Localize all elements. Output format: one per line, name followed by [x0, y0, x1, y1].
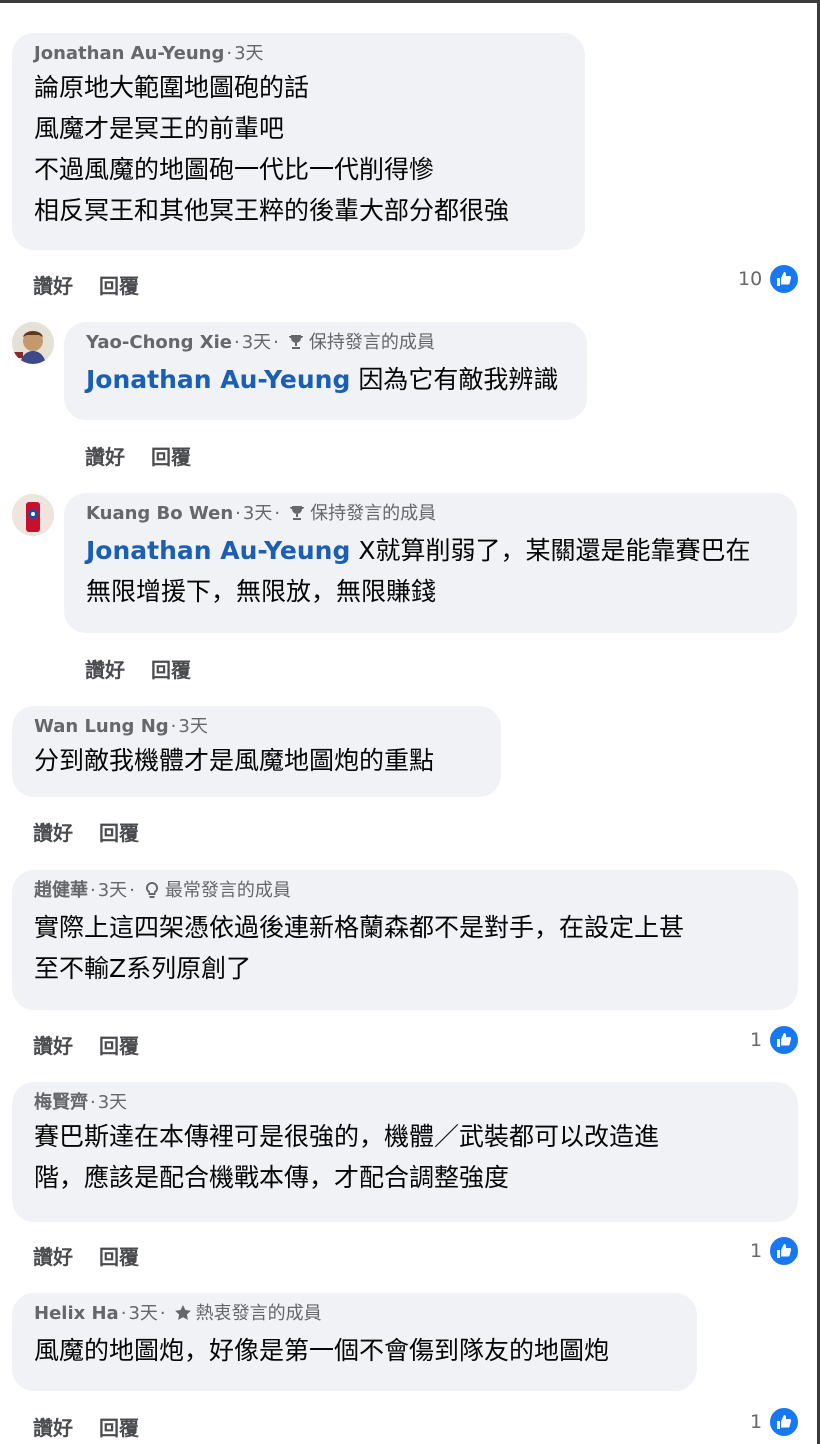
comment-meta: 趙健華 · 3天 · 最常發言的成員	[34, 878, 778, 907]
like-button[interactable]: 讚好	[33, 1030, 73, 1059]
comment-time[interactable]: 3天	[98, 880, 127, 901]
member-badge[interactable]: 熱衷發言的成員	[196, 1303, 322, 1324]
reaction-count: 1	[750, 1240, 763, 1262]
reaction-summary[interactable]: 1	[750, 1235, 801, 1267]
comment-meta: 梅賢齊 · 3天	[34, 1092, 128, 1113]
comment-actions: 讚好 回覆	[33, 1241, 165, 1270]
comment-meta: Jonathan Au-Yeung · 3天	[34, 43, 264, 64]
reply-button[interactable]: 回覆	[151, 441, 191, 470]
reaction-summary[interactable]: 1	[750, 1024, 801, 1056]
comment-author[interactable]: 梅賢齊	[34, 1092, 88, 1113]
comment-bubble: Helix Ha · 3天 · 熱衷發言的成員 風魔的地圖炮，好像是第一個不會傷到隊友的…	[12, 1293, 697, 1391]
comment-time[interactable]: 3天	[178, 716, 207, 737]
comment-time[interactable]: 3天	[242, 332, 271, 353]
comment-text: Jonathan Au-Yeung 因為它有敵我辨識	[86, 365, 559, 394]
comment-text: 實際上這四架憑依過後連新格蘭森都不是對手，在設定上甚 至不輸Z系列原創了	[34, 913, 685, 983]
reaction-count: 10	[738, 268, 763, 290]
reply-button[interactable]: 回覆	[99, 1030, 139, 1059]
member-badge[interactable]: 最常發言的成員	[165, 880, 291, 901]
like-button[interactable]: 讚好	[33, 1241, 73, 1270]
comment-actions: 讚好 回覆	[33, 817, 165, 846]
mention-link[interactable]: Jonathan Au-Yeung	[86, 365, 350, 394]
comment-time[interactable]: 3天	[98, 1092, 127, 1113]
comment-meta: Kuang Bo Wen · 3天 · 保持發言的成員	[86, 501, 777, 530]
comment-actions: 讚好 回覆	[33, 1030, 165, 1059]
comment-meta: Helix Ha · 3天 · 熱衷發言的成員	[34, 1301, 677, 1330]
comment-author[interactable]: Yao-Chong Xie	[86, 332, 232, 353]
reaction-count: 1	[750, 1411, 763, 1433]
like-button[interactable]: 讚好	[85, 654, 125, 683]
like-button[interactable]: 讚好	[33, 1412, 73, 1441]
avatar[interactable]	[12, 322, 54, 364]
comment-actions: 讚好 回覆	[33, 270, 165, 299]
comment-actions: 讚好 回覆	[33, 1412, 165, 1441]
like-reaction-icon	[768, 1406, 801, 1438]
comment-bubble: Jonathan Au-Yeung · 3天 論原地大範圍地圖砲的話 風魔才是冥王的…	[12, 33, 585, 250]
trophy-icon	[288, 504, 306, 530]
comment-bubble: 梅賢齊 · 3天 賽巴斯達在本傳裡可是很強的，機體／武裝都可以改造進 階，應該是配合…	[12, 1082, 798, 1222]
comment-time[interactable]: 3天	[234, 43, 263, 64]
comment-text: 風魔的地圖炮，好像是第一個不會傷到隊友的地圖炮	[34, 1336, 610, 1365]
like-reaction-icon	[768, 1024, 801, 1056]
comment-time[interactable]: 3天	[128, 1303, 157, 1324]
comment-actions: 讚好 回覆	[85, 441, 217, 470]
comment-time[interactable]: 3天	[243, 503, 272, 524]
reply-button[interactable]: 回覆	[151, 654, 191, 683]
like-button[interactable]: 讚好	[85, 441, 125, 470]
comment-bubble: Kuang Bo Wen · 3天 · 保持發言的成員 Jonathan Au-Yeun…	[64, 493, 797, 633]
reply-button[interactable]: 回覆	[99, 817, 139, 846]
like-button[interactable]: 讚好	[33, 817, 73, 846]
reaction-count: 1	[750, 1029, 763, 1051]
comment-text: 論原地大範圍地圖砲的話 風魔才是冥王的前輩吧 不過風魔的地圖砲一代比一代削得慘 …	[34, 73, 510, 225]
mention-link[interactable]: Jonathan Au-Yeung	[86, 536, 350, 565]
member-badge[interactable]: 保持發言的成員	[309, 332, 435, 353]
comment-author[interactable]: Jonathan Au-Yeung	[34, 43, 224, 64]
comment-bubble: Wan Lung Ng · 3天 分到敵我機體才是風魔地圖炮的重點	[12, 706, 501, 797]
comment-bubble: Yao-Chong Xie · 3天 · 保持發言的成員 Jonathan Au-Yeu…	[64, 322, 587, 420]
lightbulb-icon	[143, 881, 161, 907]
comment-text: Jonathan Au-Yeung X就算削弱了，某關還是能靠賽巴在 無限增援下…	[86, 536, 751, 606]
like-reaction-icon	[768, 1235, 801, 1267]
reply-button[interactable]: 回覆	[99, 1412, 139, 1441]
comment-author[interactable]: Helix Ha	[34, 1303, 119, 1324]
avatar[interactable]	[12, 494, 54, 536]
comment-author[interactable]: 趙健華	[34, 880, 88, 901]
star-icon	[174, 1304, 192, 1330]
comment-author[interactable]: Kuang Bo Wen	[86, 503, 233, 524]
comment-bubble: 趙健華 · 3天 · 最常發言的成員 實際上這四架憑依過後連新格蘭森都不是對手，在設定上…	[12, 870, 798, 1010]
trophy-icon	[287, 333, 305, 359]
reply-button[interactable]: 回覆	[99, 270, 139, 299]
like-reaction-icon	[768, 263, 801, 295]
member-badge[interactable]: 保持發言的成員	[310, 503, 436, 524]
reaction-summary[interactable]: 1	[750, 1406, 801, 1438]
reply-button[interactable]: 回覆	[99, 1241, 139, 1270]
comment-text: 賽巴斯達在本傳裡可是很強的，機體／武裝都可以改造進 階，應該是配合機戰本傳，才配…	[34, 1122, 660, 1192]
comment-meta: Yao-Chong Xie · 3天 · 保持發言的成員	[86, 330, 567, 359]
reaction-summary[interactable]: 10	[738, 263, 801, 295]
comment-author[interactable]: Wan Lung Ng	[34, 716, 169, 737]
top-edge	[0, 0, 820, 3]
comment-text: 分到敵我機體才是風魔地圖炮的重點	[34, 746, 435, 775]
like-button[interactable]: 讚好	[33, 270, 73, 299]
comment-meta: Wan Lung Ng · 3天	[34, 716, 208, 737]
comment-actions: 讚好 回覆	[85, 654, 217, 683]
